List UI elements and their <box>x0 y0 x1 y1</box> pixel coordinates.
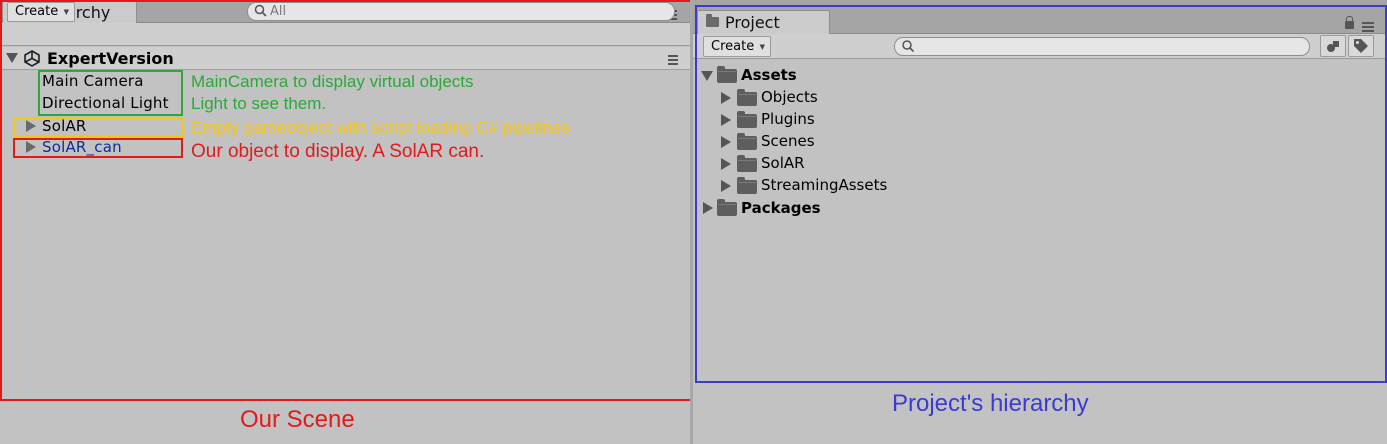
project-caption: Project's hierarchy <box>892 390 1089 417</box>
annotation-light: Light to see them. <box>191 94 327 113</box>
solar-can-highlight-box <box>13 138 183 158</box>
camera-light-highlight-box <box>38 70 183 116</box>
annotation-camera: MainCamera to display virtual objects <box>191 72 474 91</box>
project-highlight-box <box>695 5 1387 383</box>
panel-divider[interactable] <box>690 0 693 444</box>
solar-highlight-box <box>13 117 183 137</box>
scene-highlight-box <box>0 0 692 401</box>
scene-caption: Our Scene <box>240 406 355 433</box>
annotation-solar: Empty gameobject with script loading C# … <box>191 118 570 137</box>
annotation-solar-can: Our object to display. A SolAR can. <box>191 141 485 162</box>
